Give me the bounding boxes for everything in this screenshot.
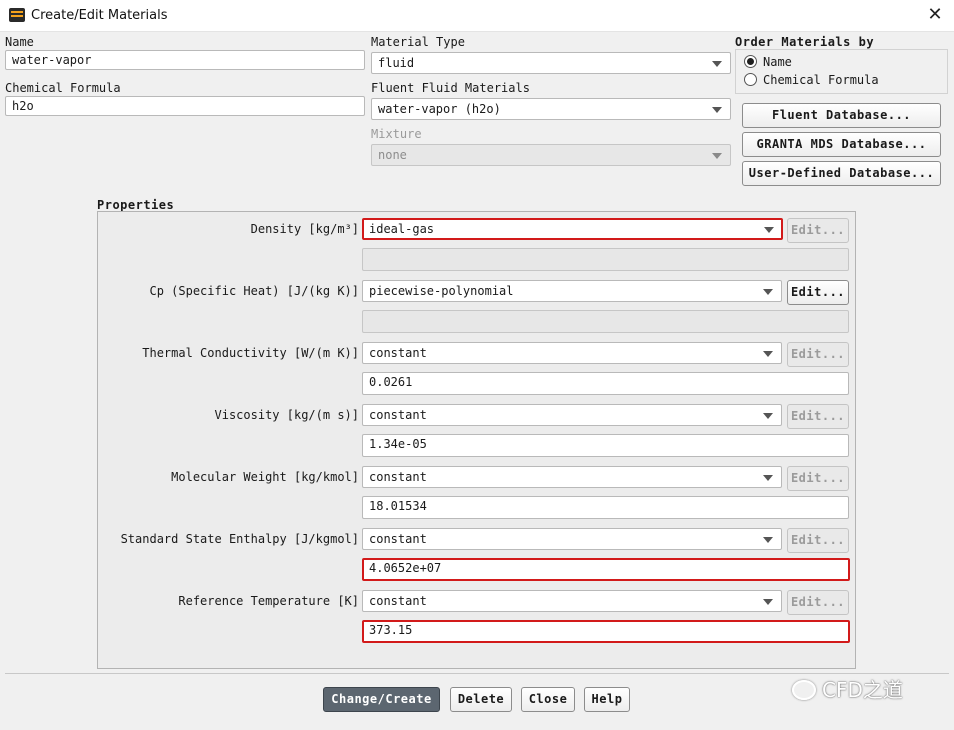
order-by-name-radio[interactable]	[744, 55, 757, 68]
chevron-down-icon	[763, 289, 773, 295]
thermal-conductivity-method-value: constant	[369, 346, 427, 360]
fluent-fluid-materials-label: Fluent Fluid Materials	[371, 81, 530, 95]
cp-edit-button[interactable]: Edit...	[787, 280, 849, 305]
mixture-label: Mixture	[371, 127, 422, 141]
order-by-name-label: Name	[763, 55, 792, 69]
properties-title: Properties	[97, 198, 175, 212]
standard-state-enthalpy-method-value: constant	[369, 532, 427, 546]
thermal-conductivity-edit-button: Edit...	[787, 342, 849, 367]
name-input[interactable]: water-vapor	[5, 50, 365, 70]
molecular-weight-edit-button: Edit...	[787, 466, 849, 491]
molecular-weight-method-dropdown[interactable]: constant	[362, 466, 782, 488]
material-type-value: fluid	[378, 56, 415, 70]
reference-temperature-value-input[interactable]: 373.15	[362, 620, 850, 643]
title-bar: Create/Edit Materials ✕	[0, 0, 954, 32]
delete-button[interactable]: Delete	[450, 687, 512, 712]
close-button[interactable]: Close	[521, 687, 575, 712]
order-by-title: Order Materials by	[735, 35, 875, 49]
order-by-chemical-formula-label: Chemical Formula	[763, 73, 879, 87]
density-method-value: ideal-gas	[369, 222, 435, 236]
chevron-down-icon	[763, 351, 773, 357]
fluent-fluid-materials-value: water-vapor (h2o)	[378, 102, 501, 116]
cp-method-value: piecewise-polynomial	[369, 284, 514, 298]
cp-value-field	[362, 310, 849, 333]
change-create-button[interactable]: Change/Create	[323, 687, 440, 712]
molecular-weight-label: Molecular Weight [kg/kmol]	[171, 470, 359, 484]
reference-temperature-label: Reference Temperature [K]	[178, 594, 359, 608]
watermark-text: CFD之道	[822, 678, 903, 702]
viscosity-edit-button: Edit...	[787, 404, 849, 429]
mixture-dropdown: none	[371, 144, 731, 166]
chevron-down-icon	[764, 227, 774, 233]
standard-state-enthalpy-edit-button: Edit...	[787, 528, 849, 553]
granta-database-button[interactable]: GRANTA MDS Database...	[742, 132, 941, 157]
chevron-down-icon	[763, 599, 773, 605]
wechat-icon	[792, 680, 816, 700]
reference-temperature-method-dropdown[interactable]: constant	[362, 590, 782, 612]
density-label: Density [kg/m³]	[250, 222, 359, 236]
thermal-conductivity-method-dropdown[interactable]: constant	[362, 342, 782, 364]
thermal-conductivity-label: Thermal Conductivity [W/(m K)]	[142, 346, 359, 360]
viscosity-method-dropdown[interactable]: constant	[362, 404, 782, 426]
chemical-formula-label: Chemical Formula	[5, 81, 121, 95]
density-edit-button: Edit...	[787, 218, 849, 243]
user-defined-database-button[interactable]: User-Defined Database...	[742, 161, 941, 186]
reference-temperature-method-value: constant	[369, 594, 427, 608]
chevron-down-icon	[712, 153, 722, 159]
close-window-icon[interactable]: ✕	[924, 4, 946, 26]
density-method-dropdown[interactable]: ideal-gas	[362, 218, 783, 240]
chemical-formula-input[interactable]: h2o	[5, 96, 365, 116]
cp-method-dropdown[interactable]: piecewise-polynomial	[362, 280, 782, 302]
chevron-down-icon	[712, 107, 722, 113]
viscosity-value-input[interactable]: 1.34e-05	[362, 434, 849, 457]
mixture-value: none	[378, 148, 407, 162]
thermal-conductivity-value-input[interactable]: 0.0261	[362, 372, 849, 395]
material-type-dropdown[interactable]: fluid	[371, 52, 731, 74]
chevron-down-icon	[763, 537, 773, 543]
watermark: CFD之道	[792, 674, 932, 704]
material-type-label: Material Type	[371, 35, 465, 49]
chevron-down-icon	[712, 61, 722, 67]
standard-state-enthalpy-method-dropdown[interactable]: constant	[362, 528, 782, 550]
molecular-weight-method-value: constant	[369, 470, 427, 484]
chevron-down-icon	[763, 413, 773, 419]
viscosity-label: Viscosity [kg/(m s)]	[214, 408, 360, 422]
standard-state-enthalpy-value-input[interactable]: 4.0652e+07	[362, 558, 850, 581]
chevron-down-icon	[763, 475, 773, 481]
reference-temperature-edit-button: Edit...	[787, 590, 849, 615]
order-by-chemical-formula-radio[interactable]	[744, 73, 757, 86]
name-label: Name	[5, 35, 34, 49]
window-title: Create/Edit Materials	[31, 8, 168, 23]
cp-label: Cp (Specific Heat) [J/(kg K)]	[149, 284, 359, 298]
standard-state-enthalpy-label: Standard State Enthalpy [J/kgmol]	[120, 532, 359, 546]
fluent-fluid-materials-dropdown[interactable]: water-vapor (h2o)	[371, 98, 731, 120]
viscosity-method-value: constant	[369, 408, 427, 422]
density-value-field	[362, 248, 849, 271]
molecular-weight-value-input[interactable]: 18.01534	[362, 496, 849, 519]
help-button[interactable]: Help	[584, 687, 630, 712]
fluent-database-button[interactable]: Fluent Database...	[742, 103, 941, 128]
ansys-fluent-icon	[9, 8, 25, 22]
